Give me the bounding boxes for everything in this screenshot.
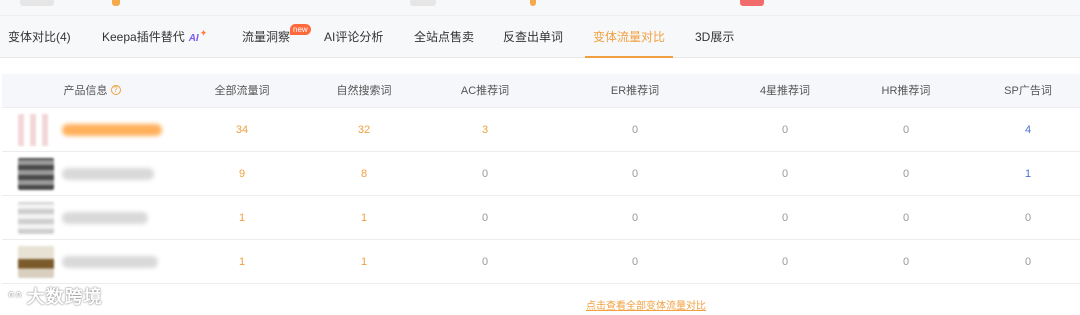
organic-search-count[interactable]: 8 [304, 152, 424, 196]
tab-label: AI评论分析 [324, 30, 384, 44]
sp-ads-count: 0 [1024, 212, 1032, 224]
all-traffic-count[interactable]: 9 [182, 152, 302, 196]
header-product-info: 产品信息? [2, 74, 182, 108]
sp-ads-count: 0 [1024, 256, 1032, 268]
watermark: ᐢᐢ 大数跨境 [8, 283, 103, 309]
table-row: 1 1 0 0 0 0 0 [2, 240, 1080, 284]
header-organic-search: 自然搜索词 [336, 85, 392, 97]
tab-label: 变体对比(4) [8, 30, 71, 44]
tab-keepa-replacement[interactable]: Keepa插件替代 AI✦ [102, 16, 207, 58]
er-recommend-count: 0 [631, 168, 639, 180]
hr-recommend-count: 0 [902, 168, 910, 180]
header-hr-recommend: HR推荐词 [881, 85, 931, 97]
hr-recommend-count: 0 [902, 256, 910, 268]
new-badge: new [290, 24, 311, 35]
tab-label: 反查出单词 [503, 30, 564, 44]
header-4star-recommend: 4星推荐词 [759, 85, 811, 97]
sp-ads-count[interactable]: 1 [968, 152, 1080, 196]
header-sp-ads: SP广告词 [1004, 85, 1052, 97]
er-recommend-count: 0 [631, 256, 639, 268]
tab-label: 流量洞察 [242, 30, 291, 44]
4star-recommend-count: 0 [781, 168, 789, 180]
all-traffic-count[interactable]: 1 [182, 196, 302, 240]
ac-recommend-count[interactable]: 3 [425, 108, 545, 152]
help-icon[interactable]: ? [110, 85, 121, 96]
4star-recommend-count: 0 [781, 124, 789, 136]
ac-recommend-count: 0 [481, 256, 489, 268]
product-thumbnail[interactable] [18, 202, 54, 234]
product-name[interactable] [62, 124, 162, 136]
all-traffic-count[interactable]: 34 [182, 108, 302, 152]
header-all-traffic: 全部流量词 [214, 85, 270, 97]
tab-variant-traffic-compare[interactable]: 变体流量对比 [584, 16, 674, 58]
header-er-recommend: ER推荐词 [610, 85, 660, 97]
sp-ads-count[interactable]: 4 [968, 108, 1080, 152]
variant-traffic-table: 产品信息? 全部流量词 自然搜索词 AC推荐词 ER推荐词 4星推荐词 HR推荐… [2, 74, 1080, 284]
ac-recommend-count: 0 [481, 168, 489, 180]
hr-recommend-count: 0 [902, 124, 910, 136]
tab-label: Keepa插件替代 [102, 30, 185, 44]
table-row: 9 8 0 0 0 0 1 [2, 152, 1080, 196]
organic-search-count[interactable]: 32 [304, 108, 424, 152]
tab-label: 全站点售卖 [414, 30, 475, 44]
product-thumbnail[interactable] [18, 246, 54, 278]
er-recommend-count: 0 [631, 212, 639, 224]
tab-ai-review-analysis[interactable]: AI评论分析 [324, 16, 383, 58]
tab-variant-compare[interactable]: 变体对比(4) [8, 16, 71, 58]
organic-search-count[interactable]: 1 [304, 196, 424, 240]
product-name[interactable] [62, 212, 148, 224]
top-strip [0, 0, 1080, 16]
ai-badge: AI✦ [188, 28, 208, 44]
table-row: 1 1 0 0 0 0 0 [2, 196, 1080, 240]
tab-bar: 变体对比(4) Keepa插件替代 AI✦ 流量洞察 new AI评论分析 全站点… [0, 16, 1080, 58]
sparkle-icon: ✦ [199, 28, 208, 38]
ac-recommend-count: 0 [481, 212, 489, 224]
brand-logo-icon: ᐢᐢ [8, 290, 23, 307]
view-all-variant-traffic-link[interactable]: 点击查看全部变体流量对比 [586, 297, 706, 312]
tab-reverse-order-keywords[interactable]: 反查出单词 [503, 16, 563, 58]
table-row: 34 32 3 0 0 0 4 [2, 108, 1080, 152]
hr-recommend-count: 0 [902, 212, 910, 224]
product-thumbnail[interactable] [18, 158, 54, 190]
er-recommend-count: 0 [631, 124, 639, 136]
tab-traffic-insight[interactable]: 流量洞察 [242, 16, 290, 58]
product-thumbnail[interactable] [18, 114, 54, 146]
table-header: 产品信息? 全部流量词 自然搜索词 AC推荐词 ER推荐词 4星推荐词 HR推荐… [2, 74, 1080, 108]
tab-all-site-sales[interactable]: 全站点售卖 [414, 16, 474, 58]
product-name[interactable] [62, 256, 158, 268]
tab-label: 3D展示 [695, 30, 735, 44]
tab-3d-display[interactable]: 3D展示 [695, 16, 734, 58]
4star-recommend-count: 0 [781, 212, 789, 224]
product-name[interactable] [62, 168, 154, 180]
header-ac-recommend: AC推荐词 [460, 85, 510, 97]
watermark-text: 大数跨境 [26, 287, 103, 307]
tab-label: 变体流量对比 [593, 30, 666, 44]
all-traffic-count[interactable]: 1 [182, 240, 302, 284]
organic-search-count[interactable]: 1 [304, 240, 424, 284]
4star-recommend-count: 0 [781, 256, 789, 268]
